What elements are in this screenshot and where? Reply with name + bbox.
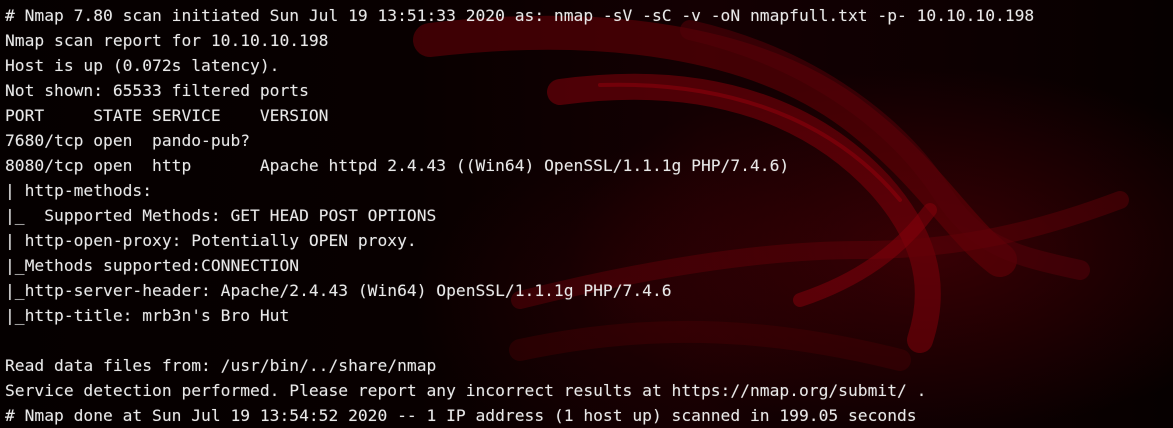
port-row-7680: 7680/tcp open pando-pub? — [5, 131, 251, 150]
terminal-output[interactable]: # Nmap 7.80 scan initiated Sun Jul 19 13… — [5, 3, 1034, 428]
data-files-line: Read data files from: /usr/bin/../share/… — [5, 356, 437, 375]
script-output-line: |_ Supported Methods: GET HEAD POST OPTI… — [5, 206, 437, 225]
scan-done-line: # Nmap done at Sun Jul 19 13:54:52 2020 … — [5, 406, 917, 425]
port-row-8080: 8080/tcp open http Apache httpd 2.4.43 (… — [5, 156, 790, 175]
script-output-line: | http-open-proxy: Potentially OPEN prox… — [5, 231, 417, 250]
scan-start-line: # Nmap 7.80 scan initiated Sun Jul 19 13… — [5, 6, 1035, 25]
script-output-line: |_http-title: mrb3n's Bro Hut — [5, 306, 290, 325]
terminal-window[interactable]: # Nmap 7.80 scan initiated Sun Jul 19 13… — [0, 0, 1173, 428]
port-table-header: PORT STATE SERVICE VERSION — [5, 106, 329, 125]
host-status-line: Host is up (0.072s latency). — [5, 56, 280, 75]
script-output-line: | http-methods: — [5, 181, 153, 200]
service-detection-line: Service detection performed. Please repo… — [5, 381, 927, 400]
script-output-line: |_Methods supported:CONNECTION — [5, 256, 300, 275]
not-shown-line: Not shown: 65533 filtered ports — [5, 81, 309, 100]
scan-report-line: Nmap scan report for 10.10.10.198 — [5, 31, 329, 50]
script-output-line: |_http-server-header: Apache/2.4.43 (Win… — [5, 281, 672, 300]
